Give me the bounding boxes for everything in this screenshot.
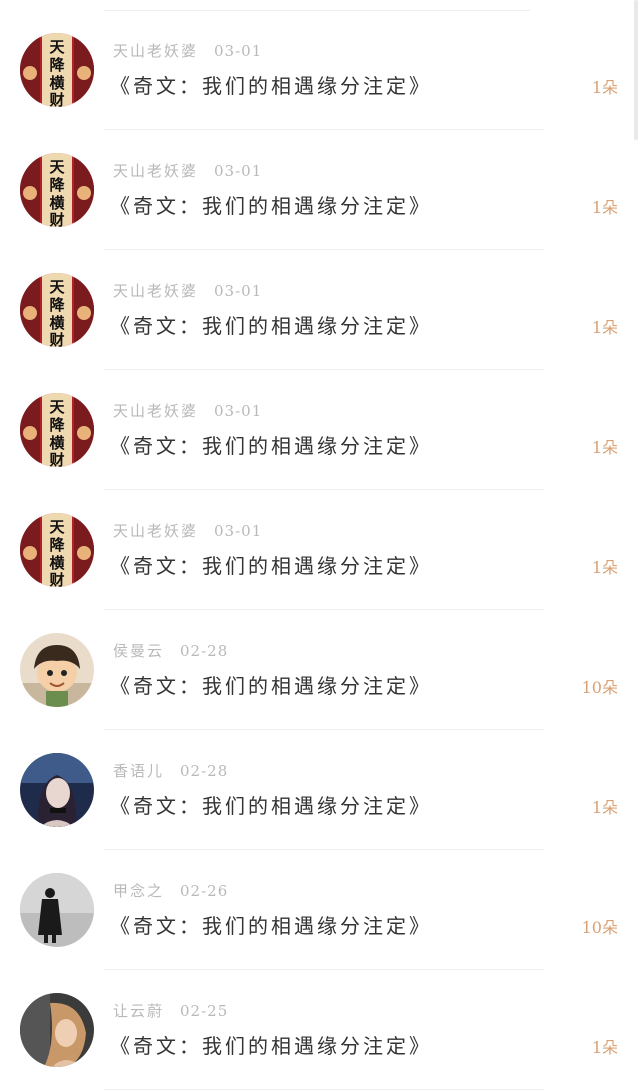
flower-count: 1朵 bbox=[591, 318, 618, 337]
item-title[interactable]: 《奇文：我们的相遇缘分注定》 bbox=[110, 70, 432, 99]
flower-count: 10朵 bbox=[581, 678, 618, 697]
svg-text:天: 天 bbox=[49, 158, 65, 176]
item-title[interactable]: 《奇文：我们的相遇缘分注定》 bbox=[110, 430, 432, 459]
item-meta: 甲念之 02-26 bbox=[113, 880, 228, 902]
silhouette-avatar[interactable] bbox=[20, 873, 94, 947]
svg-text:天: 天 bbox=[49, 38, 65, 56]
author-name[interactable]: 天山老妖婆 bbox=[113, 42, 198, 60]
svg-text:天: 天 bbox=[49, 398, 65, 416]
author-name[interactable]: 甲念之 bbox=[113, 882, 164, 900]
girl-portrait-avatar[interactable] bbox=[20, 753, 94, 827]
author-name[interactable]: 天山老妖婆 bbox=[113, 522, 198, 540]
list-item[interactable]: 天降横财 天山老妖婆 03-01 《奇文：我们的相遇缘分注定》 1朵 bbox=[0, 370, 640, 490]
item-meta: 侯曼云 02-28 bbox=[113, 640, 228, 662]
author-name[interactable]: 天山老妖婆 bbox=[113, 162, 198, 180]
svg-text:天: 天 bbox=[49, 518, 65, 536]
svg-text:降: 降 bbox=[49, 296, 65, 314]
flower-count: 1朵 bbox=[591, 1038, 618, 1057]
svg-text:财: 财 bbox=[49, 91, 64, 107]
list-item[interactable]: 天降横财 天山老妖婆 03-01 《奇文：我们的相遇缘分注定》 1朵 bbox=[0, 130, 640, 250]
svg-text:降: 降 bbox=[49, 416, 65, 434]
svg-text:财: 财 bbox=[49, 451, 64, 467]
item-title[interactable]: 《奇文：我们的相遇缘分注定》 bbox=[110, 190, 432, 219]
cartoon-boy-avatar[interactable] bbox=[20, 633, 94, 707]
flower-count: 1朵 bbox=[591, 558, 618, 577]
list-item[interactable]: 甲念之 02-26 《奇文：我们的相遇缘分注定》 10朵 bbox=[0, 850, 640, 970]
flower-count: 1朵 bbox=[591, 438, 618, 457]
item-meta: 天山老妖婆 03-01 bbox=[113, 520, 262, 542]
flower-count: 1朵 bbox=[591, 798, 618, 817]
item-title[interactable]: 《奇文：我们的相遇缘分注定》 bbox=[110, 310, 432, 339]
svg-text:财: 财 bbox=[49, 571, 64, 587]
item-date: 03-01 bbox=[214, 282, 263, 300]
item-meta: 天山老妖婆 03-01 bbox=[113, 280, 262, 302]
svg-text:横: 横 bbox=[49, 554, 65, 572]
item-date: 03-01 bbox=[214, 162, 263, 180]
svg-text:横: 横 bbox=[49, 194, 65, 212]
list-item[interactable]: 让云蔚 02-25 《奇文：我们的相遇缘分注定》 1朵 bbox=[0, 970, 640, 1090]
item-date: 03-01 bbox=[214, 42, 263, 60]
tianjiang-hengcai-avatar[interactable]: 天降横财 bbox=[20, 33, 94, 107]
item-title[interactable]: 《奇文：我们的相遇缘分注定》 bbox=[110, 1030, 432, 1059]
tianjiang-hengcai-avatar[interactable]: 天降横财 bbox=[20, 393, 94, 467]
item-date: 03-01 bbox=[214, 522, 263, 540]
item-meta: 天山老妖婆 03-01 bbox=[113, 40, 262, 62]
tianjiang-hengcai-avatar[interactable]: 天降横财 bbox=[20, 153, 94, 227]
author-name[interactable]: 香语儿 bbox=[113, 762, 164, 780]
svg-text:财: 财 bbox=[49, 211, 64, 227]
item-date: 02-25 bbox=[180, 1002, 229, 1020]
item-title[interactable]: 《奇文：我们的相遇缘分注定》 bbox=[110, 670, 432, 699]
svg-text:降: 降 bbox=[49, 536, 65, 554]
list-item[interactable]: 香语儿 02-28 《奇文：我们的相遇缘分注定》 1朵 bbox=[0, 730, 640, 850]
item-meta: 天山老妖婆 03-01 bbox=[113, 160, 262, 182]
svg-text:降: 降 bbox=[49, 176, 65, 194]
author-name[interactable]: 让云蔚 bbox=[113, 1002, 164, 1020]
item-date: 02-28 bbox=[180, 642, 229, 660]
tianjiang-hengcai-avatar[interactable]: 天降横财 bbox=[20, 273, 94, 347]
item-title[interactable]: 《奇文：我们的相遇缘分注定》 bbox=[110, 550, 432, 579]
svg-text:横: 横 bbox=[49, 434, 65, 452]
item-meta: 让云蔚 02-25 bbox=[113, 1000, 228, 1022]
item-meta: 天山老妖婆 03-01 bbox=[113, 400, 262, 422]
flower-count: 1朵 bbox=[591, 198, 618, 217]
item-date: 02-26 bbox=[180, 882, 229, 900]
author-name[interactable]: 侯曼云 bbox=[113, 642, 164, 660]
svg-text:横: 横 bbox=[49, 314, 65, 332]
list-item[interactable]: 侯曼云 02-28 《奇文：我们的相遇缘分注定》 10朵 bbox=[0, 610, 640, 730]
author-name[interactable]: 天山老妖婆 bbox=[113, 402, 198, 420]
list-item[interactable]: 天降横财 天山老妖婆 03-01 《奇文：我们的相遇缘分注定》 1朵 bbox=[0, 250, 640, 370]
svg-text:降: 降 bbox=[49, 56, 65, 74]
svg-text:财: 财 bbox=[49, 331, 64, 347]
item-date: 02-28 bbox=[180, 762, 229, 780]
item-meta: 香语儿 02-28 bbox=[113, 760, 228, 782]
svg-text:横: 横 bbox=[49, 74, 65, 92]
item-title[interactable]: 《奇文：我们的相遇缘分注定》 bbox=[110, 910, 432, 939]
author-name[interactable]: 天山老妖婆 bbox=[113, 282, 198, 300]
flower-count: 1朵 bbox=[591, 78, 618, 97]
list-item[interactable]: 天降横财 天山老妖婆 03-01 《奇文：我们的相遇缘分注定》 1朵 bbox=[0, 10, 640, 130]
item-date: 03-01 bbox=[214, 402, 263, 420]
tianjiang-hengcai-avatar[interactable]: 天降横财 bbox=[20, 513, 94, 587]
woman-portrait-avatar[interactable] bbox=[20, 993, 94, 1067]
item-title[interactable]: 《奇文：我们的相遇缘分注定》 bbox=[110, 790, 432, 819]
list-item[interactable]: 天降横财 天山老妖婆 03-01 《奇文：我们的相遇缘分注定》 1朵 bbox=[0, 490, 640, 610]
flower-count: 10朵 bbox=[581, 918, 618, 937]
svg-text:天: 天 bbox=[49, 278, 65, 296]
